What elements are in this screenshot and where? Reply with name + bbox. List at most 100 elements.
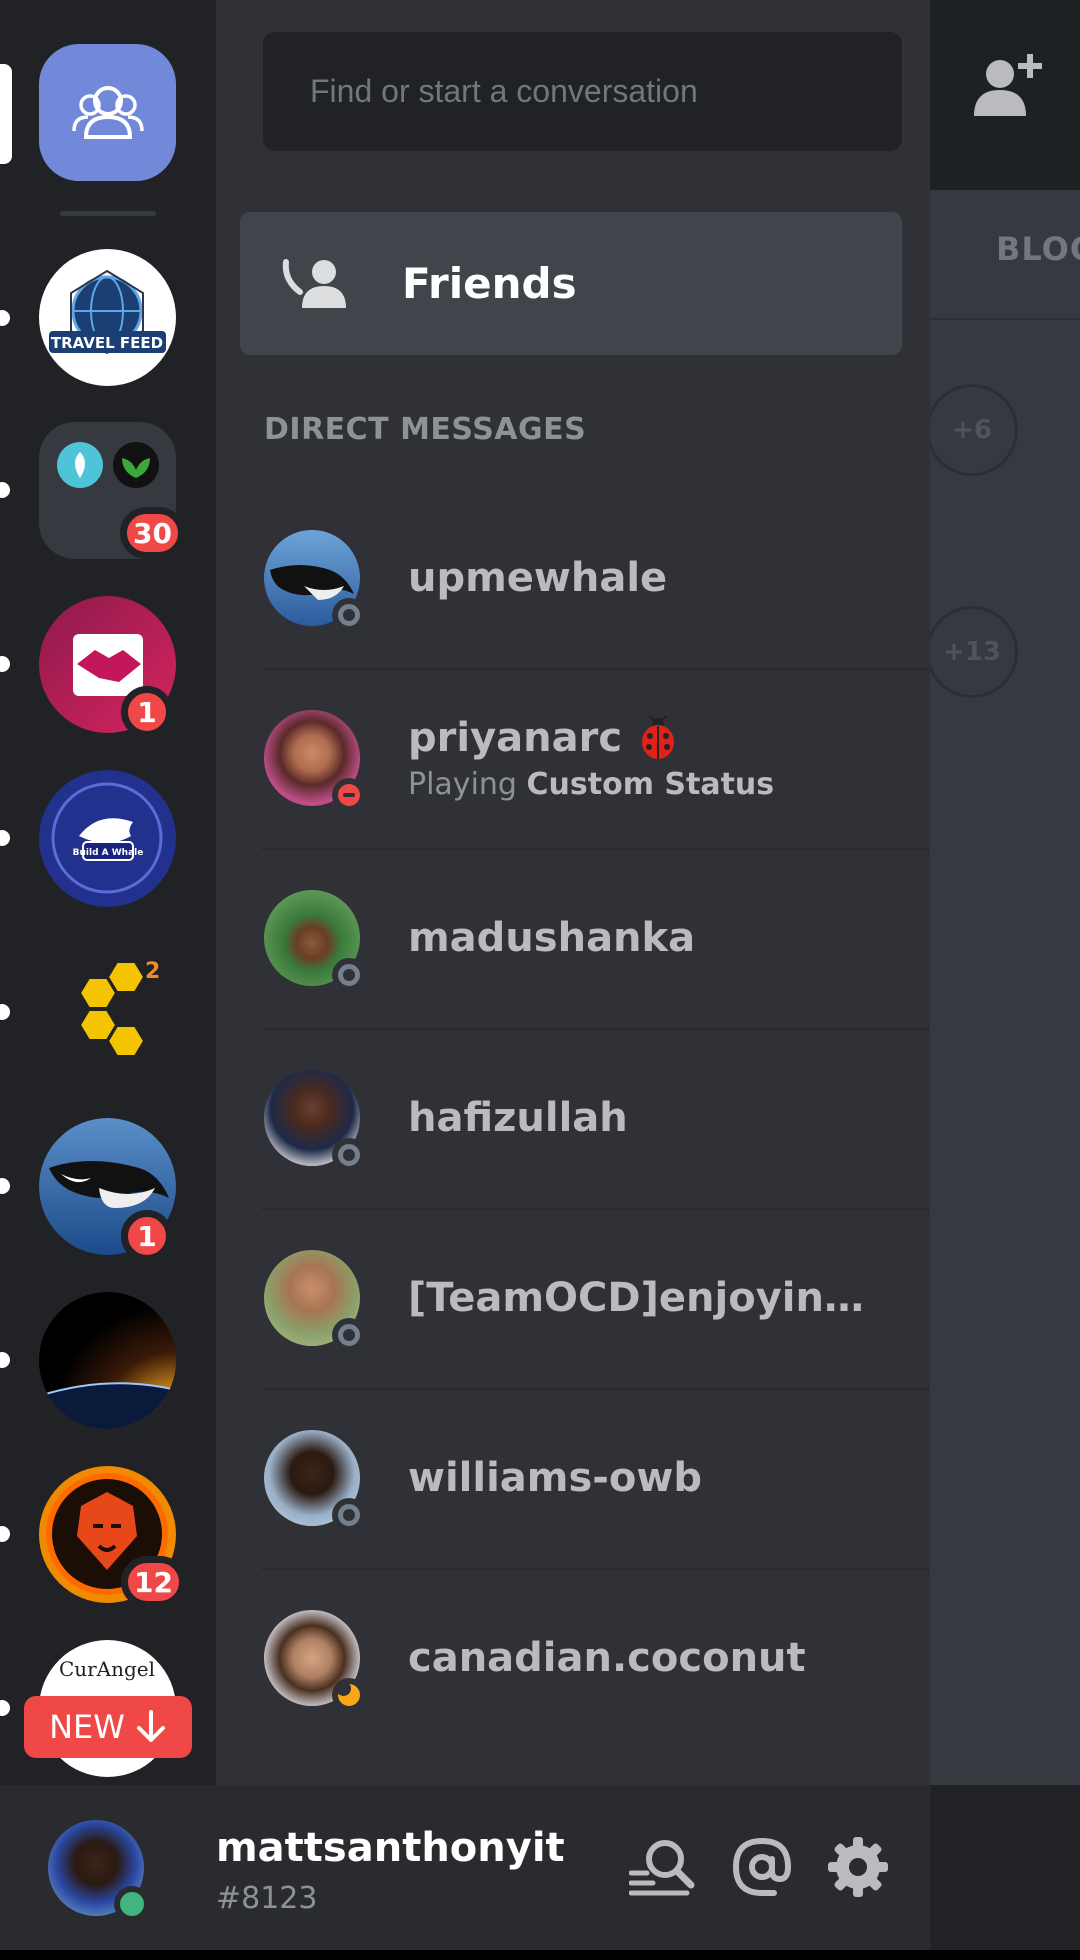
folder-server-icon — [113, 442, 159, 488]
avatar — [264, 1250, 366, 1352]
dm-item[interactable]: hafizullah — [216, 1028, 930, 1208]
direct-messages-panel: Find or start a conversation Friends DIR… — [216, 0, 930, 1785]
dm-username: hafizullah — [408, 1095, 628, 1141]
dm-username: madushanka — [408, 915, 696, 961]
tab-blocked[interactable]: BLOCKED — [996, 230, 1080, 268]
status-offline-icon — [332, 1318, 366, 1352]
avatar — [264, 1430, 366, 1532]
avatar — [264, 530, 366, 632]
search-icon — [629, 1840, 695, 1896]
server-build-a-whale[interactable]: Build A Whale — [39, 770, 176, 907]
avatar — [264, 890, 366, 992]
mentions-button[interactable] — [726, 1831, 798, 1903]
friends-icon — [71, 85, 144, 139]
unread-dot — [0, 1352, 10, 1368]
curangel-logo: CurAngel — [59, 1657, 155, 1681]
server-handshake[interactable]: 1 — [39, 596, 176, 738]
ladybug-icon — [642, 715, 675, 759]
server-icon — [39, 1292, 176, 1429]
dm-username: canadian.coconut — [408, 1635, 806, 1681]
avatar — [264, 1070, 366, 1172]
activity-name: Custom Status — [526, 766, 775, 802]
friends-wave-icon — [280, 258, 352, 310]
divider — [930, 318, 1080, 320]
gear-icon — [828, 1837, 888, 1897]
unread-dot — [0, 656, 10, 672]
hive-logo: 2 — [78, 959, 160, 1057]
current-user-tag: #8123 — [216, 1881, 318, 1916]
server-travel-feed[interactable]: TRAVEL FEED — [39, 249, 176, 386]
mutual-count: +13 — [930, 606, 1018, 698]
mention-badge: 1 — [121, 686, 173, 738]
dm-item[interactable]: [TeamOCD]enjoying... — [216, 1208, 930, 1388]
folder-server-icon — [57, 442, 103, 488]
svg-text:CurAngel: CurAngel — [59, 1657, 155, 1681]
planet-image — [39, 1382, 176, 1429]
svg-text:Build A Whale: Build A Whale — [73, 848, 144, 858]
new-label: NEW — [49, 1708, 125, 1746]
friends-nav-item[interactable]: Friends — [240, 212, 902, 355]
user-panel: mattsanthonyit #8123 — [0, 1785, 930, 1950]
dm-username: upmewhale — [408, 555, 668, 601]
friends-label: Friends — [402, 259, 577, 308]
direct-messages-header: DIRECT MESSAGES — [264, 412, 587, 447]
status-dnd-icon — [332, 778, 366, 812]
dm-item[interactable]: upmewhale — [216, 488, 930, 668]
status-offline-icon — [332, 958, 366, 992]
status-offline-icon — [332, 598, 366, 632]
travel-feed-logo: TRAVEL FEED — [49, 269, 166, 355]
dm-item[interactable]: canadian.coconut — [216, 1568, 930, 1748]
bottom-edge — [0, 1950, 1080, 1960]
status-offline-icon — [332, 1138, 366, 1172]
unread-dot — [0, 1526, 10, 1542]
unread-dot — [0, 482, 10, 498]
server-folder[interactable]: 30 — [39, 422, 185, 559]
mention-badge: 1 — [121, 1210, 173, 1262]
arrow-down-icon — [136, 1710, 165, 1742]
svg-text:TRAVEL FEED: TRAVEL FEED — [51, 334, 163, 352]
unread-dot — [0, 1178, 10, 1194]
dm-item[interactable]: priyanarc Playing Custom Status — [216, 668, 930, 848]
server-icon: Build A Whale — [39, 770, 176, 907]
activity-prefix: Playing — [408, 766, 517, 802]
avatar — [264, 1610, 366, 1712]
unread-dot — [0, 1004, 10, 1020]
unread-dot — [0, 830, 10, 846]
mention-badge: 12 — [121, 1556, 186, 1608]
user-avatar[interactable] — [48, 1820, 150, 1922]
settings-button[interactable] — [822, 1831, 894, 1903]
server-hive[interactable]: 2 — [39, 944, 176, 1081]
unread-dot — [0, 1700, 10, 1716]
server-rail: TRAVEL FEED 30 1 Build A Whale 2 1 12 Cu… — [0, 0, 216, 1785]
search-messages-button[interactable] — [626, 1831, 698, 1903]
mention-badge: 30 — [120, 507, 185, 559]
server-icon: TRAVEL FEED — [39, 249, 176, 386]
server-lion[interactable]: 12 — [39, 1466, 186, 1608]
selected-indicator — [0, 64, 12, 164]
new-unreads-button[interactable]: NEW — [24, 1696, 192, 1758]
dm-item[interactable]: williams-owb — [216, 1388, 930, 1568]
mutual-count: +6 — [930, 384, 1018, 476]
add-friend-icon[interactable] — [974, 52, 1044, 118]
whale-logo: Build A Whale — [51, 782, 163, 894]
at-icon — [732, 1837, 792, 1896]
hive-count: 2 — [145, 959, 160, 984]
dm-username: [TeamOCD]enjoying... — [408, 1275, 878, 1321]
home-button[interactable] — [39, 44, 176, 181]
current-username: mattsanthonyit — [216, 1825, 565, 1871]
search-placeholder: Find or start a conversation — [310, 73, 698, 109]
server-orca[interactable]: 1 — [39, 1118, 176, 1262]
server-eclipse[interactable] — [39, 1292, 176, 1429]
main-content: BLOCKED +6 +13 — [930, 0, 1080, 1785]
unread-dot — [0, 310, 10, 326]
status-offline-icon — [332, 1498, 366, 1532]
search-input[interactable]: Find or start a conversation — [263, 32, 902, 151]
dm-username: williams-owb — [408, 1455, 702, 1501]
status-idle-icon — [332, 1678, 366, 1712]
dm-list: upmewhale priyanarc Playing Custom Statu… — [216, 488, 930, 1748]
dm-item[interactable]: madushanka — [216, 848, 930, 1028]
dm-username: priyanarc — [408, 714, 623, 761]
rail-separator — [60, 211, 156, 216]
status-online-icon — [114, 1886, 150, 1922]
avatar — [264, 710, 366, 812]
